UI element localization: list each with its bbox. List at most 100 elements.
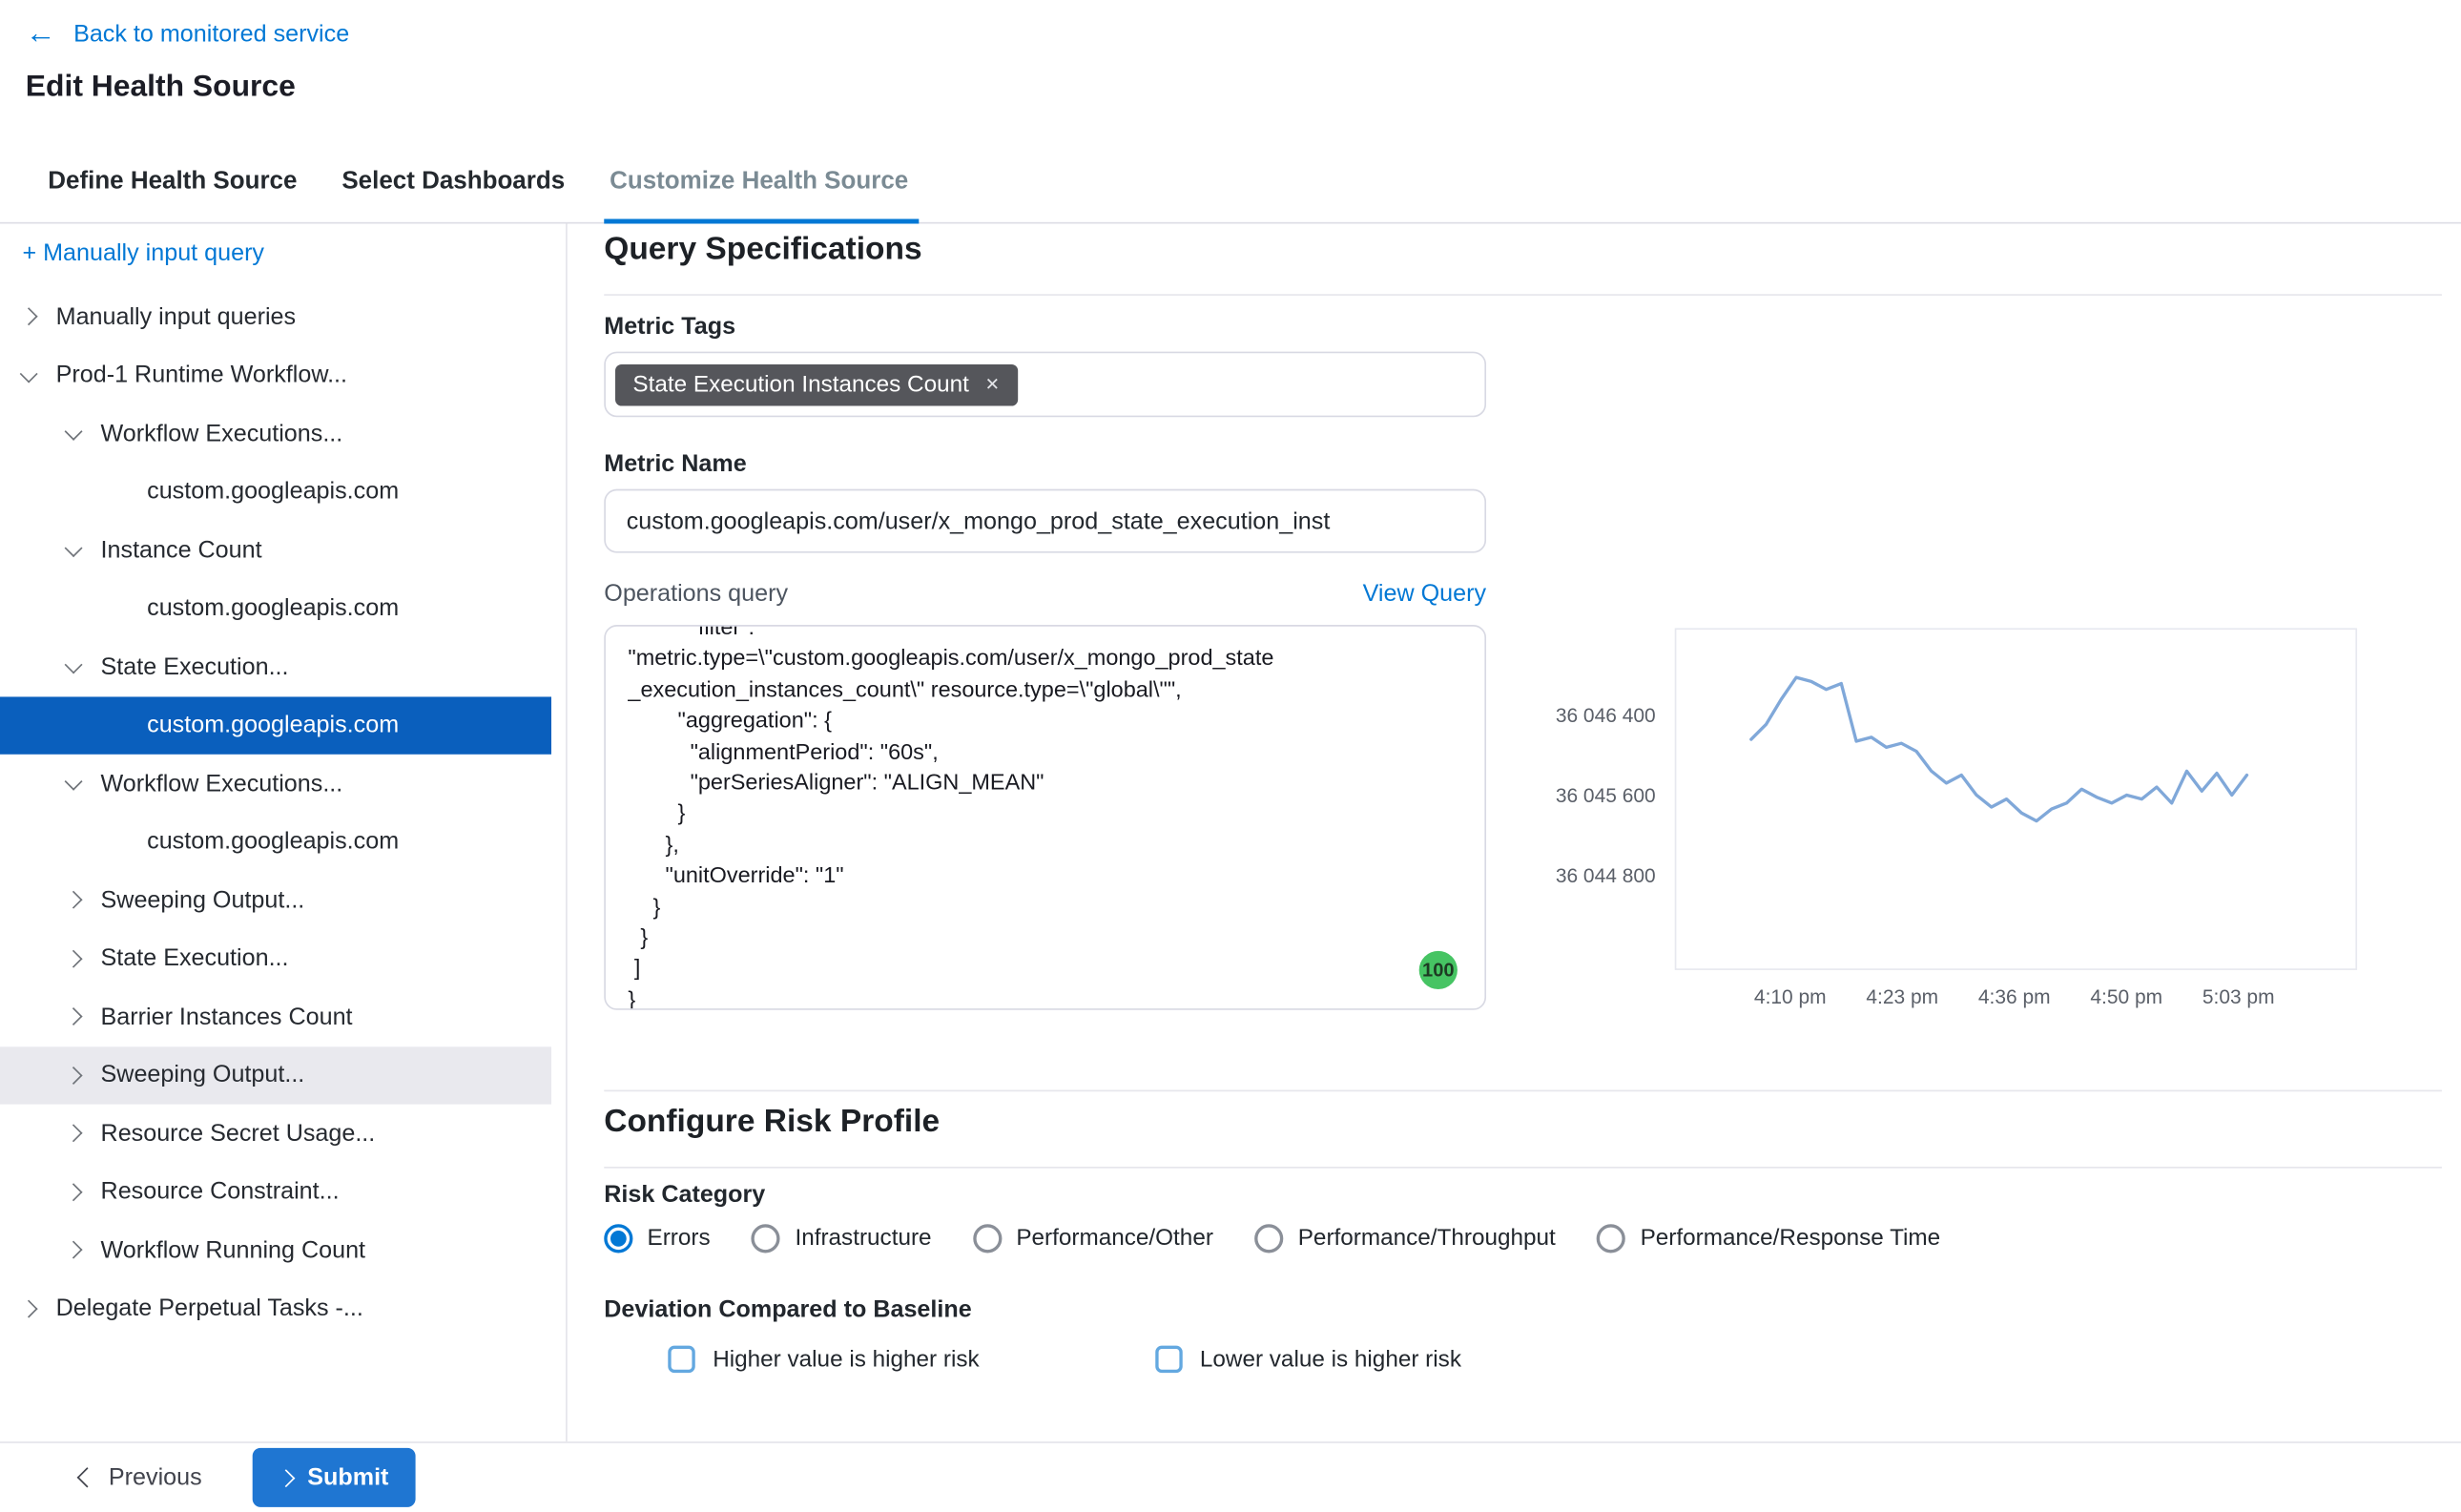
tree-item-custom-googleapis-com[interactable]: custom.googleapis.com [0, 696, 551, 755]
chevron-right-icon[interactable] [65, 1067, 83, 1085]
chevron-down-icon[interactable] [65, 423, 83, 441]
chevron-down-icon[interactable] [65, 540, 83, 558]
risk-option-performance-throughput[interactable]: Performance/Throughput [1254, 1224, 1555, 1253]
tree-item-custom-googleapis-com[interactable]: custom.googleapis.com [0, 579, 551, 637]
tree-item-label: State Execution... [101, 945, 289, 972]
previous-button-label: Previous [109, 1464, 202, 1491]
tree-item-workflow-running-count[interactable]: Workflow Running Count [0, 1221, 551, 1279]
tree-item-prod-1-runtime-workflow[interactable]: Prod-1 Runtime Workflow... [0, 346, 551, 404]
risk-option-label: Infrastructure [795, 1226, 931, 1252]
tree-item-label: Instance Count [101, 536, 262, 563]
chevron-left-icon [77, 1467, 97, 1487]
view-query-link[interactable]: View Query [1363, 580, 1486, 607]
tree-item-custom-googleapis-com[interactable]: custom.googleapis.com [0, 463, 551, 521]
checkbox-icon[interactable] [668, 1346, 694, 1373]
chevron-right-icon[interactable] [65, 1183, 83, 1201]
risk-option-errors[interactable]: Errors [604, 1224, 710, 1253]
tree-item-label: Sweeping Output... [101, 886, 305, 913]
radio-icon[interactable] [752, 1224, 780, 1253]
back-link-label[interactable]: Back to monitored service [73, 21, 349, 48]
radio-icon[interactable] [973, 1224, 1002, 1253]
tree-item-state-execution[interactable]: State Execution... [0, 637, 551, 695]
metric-tags-input[interactable]: State Execution Instances Count ✕ [604, 352, 1486, 418]
chart-x-tick-label: 4:36 pm [1958, 986, 2070, 1008]
metric-name-input[interactable] [604, 489, 1486, 553]
tree-item-label: Barrier Instances Count [101, 1004, 353, 1030]
chevron-right-icon[interactable] [65, 949, 83, 967]
tree-item-workflow-executions[interactable]: Workflow Executions... [0, 404, 551, 463]
tab-bar: Define Health Source Select Dashboards Cus… [0, 140, 2461, 223]
metric-tag-chip-label: State Execution Instances Count [632, 372, 968, 398]
risk-option-performance-response-time[interactable]: Performance/Response Time [1597, 1224, 1940, 1253]
operations-query-row: Operations query View Query [604, 580, 1486, 607]
submit-button-label: Submit [307, 1464, 388, 1491]
tree-item-state-execution[interactable]: State Execution... [0, 929, 551, 987]
risk-option-label: Errors [648, 1226, 711, 1252]
tree-item-label: Resource Constraint... [101, 1178, 340, 1205]
back-link[interactable]: ← Back to monitored service [26, 19, 349, 50]
tree-item-instance-count[interactable]: Instance Count [0, 521, 551, 579]
operations-query-label: Operations query [604, 580, 788, 607]
risk-option-infrastructure[interactable]: Infrastructure [752, 1224, 931, 1253]
deviation-option-lower-value-is-higher-risk[interactable]: Lower value is higher risk [1155, 1346, 1461, 1373]
tree-item-label: Manually input queries [56, 303, 296, 330]
chevron-right-icon[interactable] [65, 891, 83, 909]
back-arrow-icon[interactable]: ← [26, 19, 56, 50]
radio-icon[interactable] [1254, 1224, 1283, 1253]
risk-option-label: Performance/Other [1016, 1226, 1213, 1252]
tree-item-label: Prod-1 Runtime Workflow... [56, 362, 347, 388]
risk-category-label: Risk Category [604, 1181, 765, 1208]
risk-option-label: Performance/Throughput [1298, 1226, 1556, 1252]
tree-item-manually-input-queries[interactable]: Manually input queries [0, 288, 551, 346]
metric-tag-chip[interactable]: State Execution Instances Count ✕ [615, 363, 1018, 405]
tree-item-sweeping-output[interactable]: Sweeping Output... [0, 1046, 551, 1104]
operations-query-editor[interactable]: "filter": "metric.type=\"custom.googleap… [604, 625, 1486, 1010]
checkbox-icon[interactable] [1155, 1346, 1182, 1373]
chevron-right-icon[interactable] [65, 1007, 83, 1025]
chevron-right-icon[interactable] [20, 1299, 38, 1317]
remove-tag-icon[interactable]: ✕ [985, 374, 1000, 395]
tab-customize-health-source[interactable]: Customize Health Source [610, 140, 908, 221]
radio-icon[interactable] [1597, 1224, 1625, 1253]
deviation-label: Deviation Compared to Baseline [604, 1296, 971, 1323]
footer-bar: Previous Submit [0, 1441, 2461, 1512]
tree-item-delegate-perpetual-tasks[interactable]: Delegate Perpetual Tasks -... [0, 1279, 551, 1337]
tree-item-label: custom.googleapis.com [147, 595, 399, 622]
chevron-down-icon[interactable] [65, 773, 83, 791]
chevron-right-icon[interactable] [65, 1241, 83, 1259]
metric-preview-chart: 36 046 40036 045 60036 044 8004:10 pm4:2… [1531, 615, 2442, 1034]
chart-plot-area [1675, 628, 2357, 970]
chart-x-tick-label: 4:23 pm [1847, 986, 1958, 1008]
metric-line-series [1751, 677, 2247, 820]
tab-select-dashboards[interactable]: Select Dashboards [341, 140, 565, 221]
risk-option-performance-other[interactable]: Performance/Other [973, 1224, 1213, 1253]
tree-item-label: Delegate Perpetual Tasks -... [56, 1295, 363, 1321]
tree-item-resource-constraint[interactable]: Resource Constraint... [0, 1163, 551, 1221]
tree-item-label: custom.googleapis.com [147, 478, 399, 505]
radio-icon[interactable] [604, 1224, 632, 1253]
tab-define-health-source[interactable]: Define Health Source [48, 140, 297, 221]
chart-y-tick-label: 36 044 800 [1531, 864, 1656, 886]
chevron-down-icon[interactable] [65, 656, 83, 674]
chevron-right-icon[interactable] [65, 1125, 83, 1143]
tree-item-resource-secret-usage[interactable]: Resource Secret Usage... [0, 1105, 551, 1163]
submit-button[interactable]: Submit [253, 1448, 416, 1507]
records-count-badge: 100 [1419, 951, 1458, 989]
deviation-option-higher-value-is-higher-risk[interactable]: Higher value is higher risk [668, 1346, 979, 1373]
tree-item-barrier-instances-count[interactable]: Barrier Instances Count [0, 987, 551, 1046]
tree-item-workflow-executions[interactable]: Workflow Executions... [0, 755, 551, 813]
previous-button[interactable]: Previous [80, 1464, 202, 1491]
add-manual-query-link[interactable]: + Manually input query [22, 239, 566, 266]
tree-item-custom-googleapis-com[interactable]: custom.googleapis.com [0, 813, 551, 871]
section-divider [604, 1090, 2442, 1092]
chart-x-tick-label: 4:50 pm [2071, 986, 2182, 1008]
chevron-right-icon[interactable] [20, 308, 38, 326]
chevron-right-icon [278, 1468, 296, 1486]
tree-item-label: Workflow Executions... [101, 420, 343, 446]
edit-health-source-page: ← Back to monitored service Edit Health … [0, 0, 2461, 1512]
tree-item-sweeping-output[interactable]: Sweeping Output... [0, 871, 551, 929]
chevron-down-icon[interactable] [20, 364, 38, 383]
tree-item-label: State Execution... [101, 653, 289, 680]
deviation-checkboxes: Higher value is higher risk Lower value i… [668, 1346, 1461, 1373]
sidebar: + Manually input query Manually input qu… [0, 224, 568, 1442]
